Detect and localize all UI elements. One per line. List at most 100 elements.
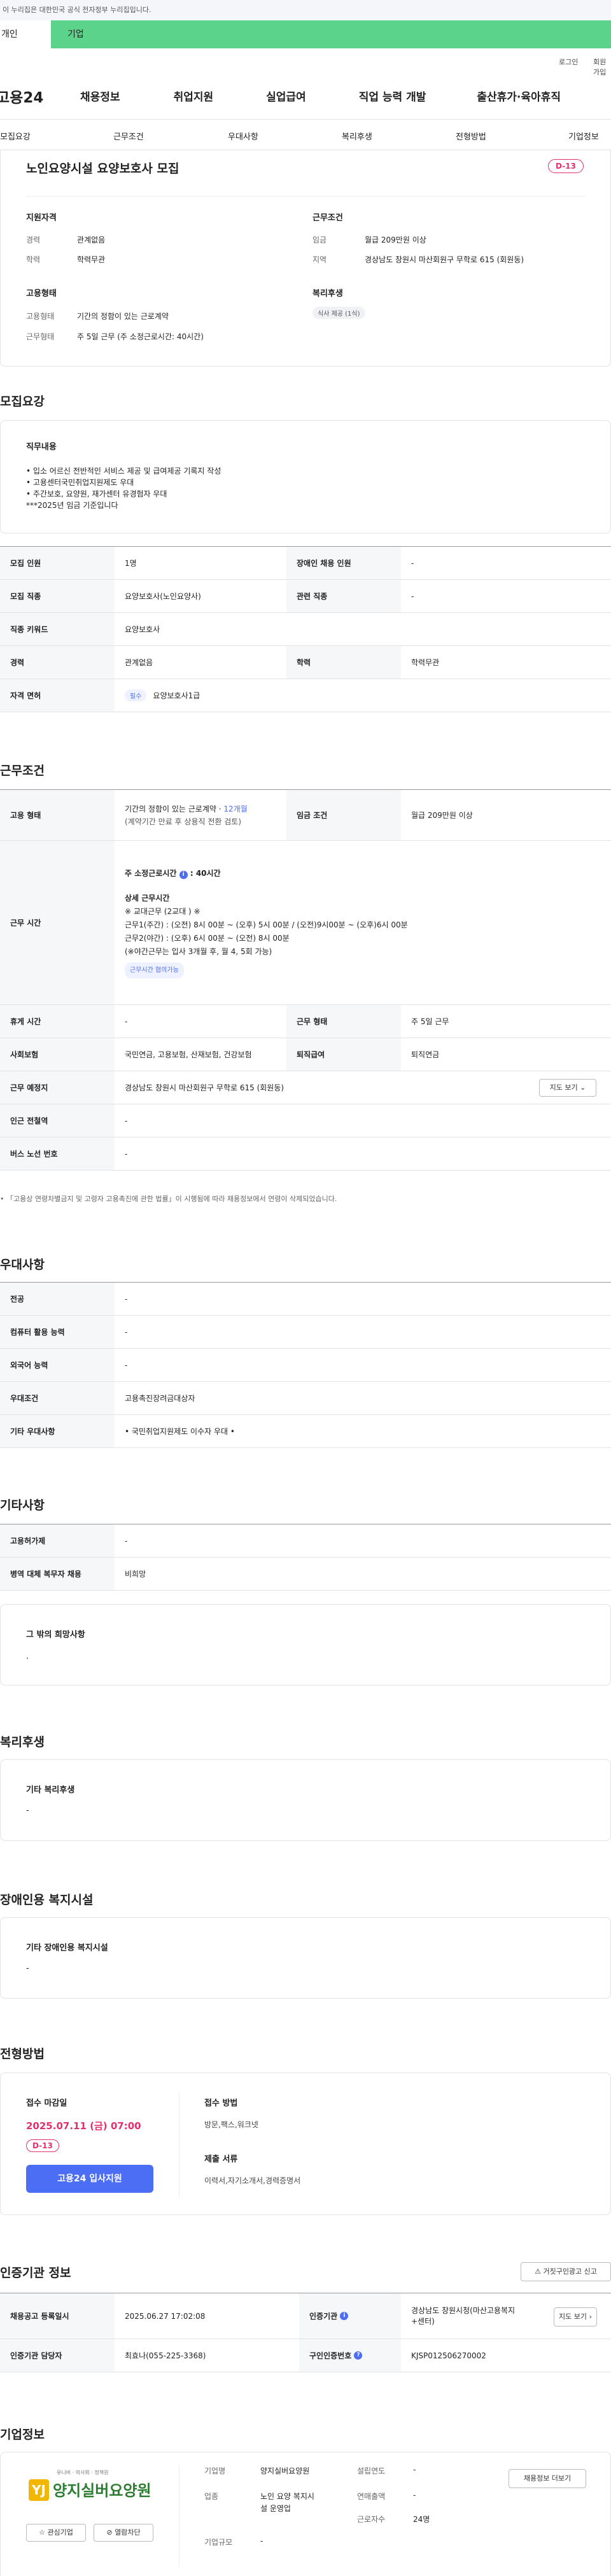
- map-button[interactable]: 지도 보기 ⌄: [539, 1079, 596, 1097]
- dday-badge: D-13: [548, 159, 584, 173]
- cell: 비희망: [125, 1570, 146, 1579]
- process-box: 접수 마감일 2025.07.11 (금) 07:00 D-13 고용24 입사…: [0, 2073, 611, 2215]
- map-button-label: 지도 보기: [549, 1083, 578, 1092]
- join-link[interactable]: 회원가입: [593, 57, 611, 77]
- wage-value: 월급 209만원 이상: [365, 236, 426, 244]
- cell: 주 5일 근무: [411, 1017, 449, 1026]
- workform-value: 주 5일 근무 (주 소정근로시간: 40시간): [77, 332, 204, 341]
- anchor-recruit[interactable]: 모집요강: [0, 130, 31, 142]
- menu-leave[interactable]: 출산휴가·육아휴직: [477, 88, 561, 104]
- disabled-box-value: -: [26, 1964, 29, 1973]
- cell-head: 근무 형태: [286, 1005, 401, 1038]
- emptype-note: (계약기간 만료 후 상용직 전환 검토): [125, 817, 241, 826]
- block-button[interactable]: ⊘ 열람차단: [94, 2524, 153, 2542]
- anchor-process[interactable]: 전형방법: [456, 130, 486, 142]
- emptype-value: 기간의 정함이 있는 근로계약: [77, 312, 169, 321]
- cell-head: 자격 면허: [0, 679, 115, 712]
- cell-head: 관련 직종: [286, 580, 401, 612]
- method-title: 접수 방법: [204, 2099, 238, 2108]
- cell-head: 컴퓨터 활용 능력: [0, 1316, 115, 1348]
- table-row: 근무 예정지 경상남도 창원시 마산회원구 무학로 615 (회원동) 지도 보…: [0, 1071, 611, 1104]
- cell-head: 고용허가제: [0, 1524, 115, 1557]
- menu-training[interactable]: 직업 능력 개발: [359, 88, 426, 104]
- cell: 요양보호사(노인요양사): [125, 592, 201, 601]
- table-row: 고용 형태 기간의 정함이 있는 근로계약 · 12개월 (계약기간 만료 후 …: [0, 790, 611, 841]
- wish-box: 그 밖의 희망사항 .: [0, 1604, 611, 1686]
- disabled-box-title: 기타 장애인용 복지시설: [26, 1943, 108, 1953]
- duty-line: • 고용센터국민취업지원제도 우대: [26, 478, 134, 487]
- cell-head: 휴게 시간: [0, 1005, 115, 1038]
- duty-box: 직무내용 • 입소 어르신 전반적인 서비스 제공 및 급여제공 기록지 작성 …: [0, 420, 611, 533]
- dday-badge: D-13: [26, 2139, 59, 2152]
- company-box: 유니버 · 의사회 · 정책원 YJ 양지실버요양원 ☆ 관심기업 ⊘ 열람차단…: [0, 2452, 611, 2576]
- cell: 필수 요양보호사1급: [115, 679, 210, 712]
- tab-enterprise[interactable]: 기업: [51, 20, 611, 48]
- site-logo[interactable]: 고용24: [0, 85, 73, 107]
- method-value: 방문,팩스,워크넷: [204, 2120, 258, 2129]
- gov-notice: 이 누리집은 대한민국 공식 전자정부 누리집입니다.: [3, 6, 151, 14]
- table-row: 채용공고 등록일시 2025.06.27 17:02:08 인증기관 i 경상남…: [0, 2293, 611, 2339]
- table-row: 경력 관계없음 학력 학력무관: [0, 646, 611, 679]
- gnb: 고용24 채용정보 취업지원 실업급여 직업 능력 개발 출산휴가·육아휴직: [0, 73, 611, 120]
- recruit-table: 모집 인원 1명 장애인 채용 인원 - 모집 직종 요양보호사(노인요양사) …: [0, 546, 611, 712]
- org-map-button[interactable]: 지도 보기 ›: [554, 2307, 597, 2326]
- menu-unemployment[interactable]: 실업급여: [266, 88, 306, 104]
- cell: 1명: [125, 559, 137, 568]
- hours-line: (※야간근무는 입사 3개월 후, 월 4, 5회 가능): [125, 947, 272, 956]
- duty-line: • 주간보호, 요양원, 재가센터 유경험자 우대: [26, 489, 167, 498]
- info-icon[interactable]: i: [340, 2312, 349, 2320]
- welfare-badge: 식사 제공 (1식): [313, 307, 365, 319]
- cell: 고용촉진장려금대상자: [125, 1394, 195, 1403]
- edu-value: 학력무관: [77, 255, 106, 264]
- deadline-value: 2025.07.11 (금) 07:00: [26, 2120, 141, 2132]
- career-value: 관계없음: [77, 236, 106, 244]
- anchor-welfare[interactable]: 복리후생: [342, 130, 372, 142]
- cell-head: 직종 키워드: [0, 613, 115, 645]
- region-value: 경상남도 창원시 마산회원구 무학로 615 (회원동): [365, 255, 524, 264]
- apply-button[interactable]: 고용24 입사지원: [26, 2165, 153, 2193]
- size-value: -: [260, 2537, 263, 2545]
- cell-head: 구인인증번호: [309, 2351, 352, 2360]
- cell: -: [125, 1116, 128, 1125]
- cell-head: 인증기관 담당자: [0, 2339, 115, 2372]
- wage-label: 임금: [313, 236, 327, 244]
- info-icon[interactable]: i: [179, 871, 188, 879]
- report-button[interactable]: ⚠ 거짓구인광고 신고: [521, 2262, 611, 2281]
- age-footnote: • 「고용상 연령차별금지 및 고령자 고용촉진에 관한 법률」이 시행됨에 따…: [0, 1195, 337, 1203]
- deadline-title: 접수 마감일: [26, 2099, 67, 2108]
- cell-head: 병역 대체 복무자 채용: [0, 1558, 115, 1590]
- util-nav: 로그인 회원가입: [0, 48, 611, 76]
- company-logo: 유니버 · 의사회 · 정책원 YJ 양지실버요양원: [26, 2465, 166, 2516]
- work-title: 근무조건: [313, 213, 343, 223]
- table-row: 병역 대체 복무자 채용 비희망: [0, 1558, 611, 1591]
- info-icon[interactable]: ?: [354, 2351, 363, 2360]
- tab-personal[interactable]: 개인: [0, 20, 51, 48]
- cell-head: 퇴직급여: [286, 1038, 401, 1071]
- cell: 월급 209만원 이상: [411, 811, 473, 820]
- table-row: 자격 면허 필수 요양보호사1급: [0, 679, 611, 712]
- company-jobs-button[interactable]: 채용정보 더보기: [509, 2469, 586, 2488]
- contract-months: 12개월: [223, 804, 248, 813]
- anchor-preference[interactable]: 우대사항: [228, 130, 258, 142]
- logo-text: 양지실버요양원: [53, 2482, 151, 2500]
- cell: 요양보호사: [125, 625, 160, 634]
- found-label: 설립연도: [357, 2467, 386, 2475]
- welfare-box-value: -: [26, 1806, 29, 1815]
- anchor-condition[interactable]: 근무조건: [113, 130, 144, 142]
- login-link[interactable]: 로그인: [559, 57, 578, 67]
- duty-title: 직무내용: [26, 442, 57, 452]
- menu-support[interactable]: 취업지원: [174, 88, 214, 104]
- table-row: 고용허가제 -: [0, 1524, 611, 1558]
- table-row: 우대조건 고용촉진장려금대상자: [0, 1382, 611, 1415]
- cell: -: [125, 1294, 128, 1304]
- anchor-tabs: 모집요강 근무조건 우대사항 복리후생 전형방법 기업정보: [0, 120, 611, 150]
- menu-jobs[interactable]: 채용정보: [80, 88, 120, 104]
- welfare-box: 기타 복리후생 -: [0, 1759, 611, 1841]
- anchor-company[interactable]: 기업정보: [568, 130, 599, 142]
- cell: 경상남도 창원시청(마산고용복지+센터): [411, 2305, 516, 2326]
- section-title-welfare: 복리후생: [0, 1735, 45, 1749]
- cell: 경상남도 창원시 마산회원구 무학로 615 (회원동): [125, 1083, 284, 1092]
- favorite-button[interactable]: ☆ 관심기업: [26, 2524, 86, 2542]
- hours-badge: 근무시간 협의가능: [125, 962, 184, 978]
- emptype-text: 기간의 정함이 있는 근로계약 ·: [125, 804, 221, 813]
